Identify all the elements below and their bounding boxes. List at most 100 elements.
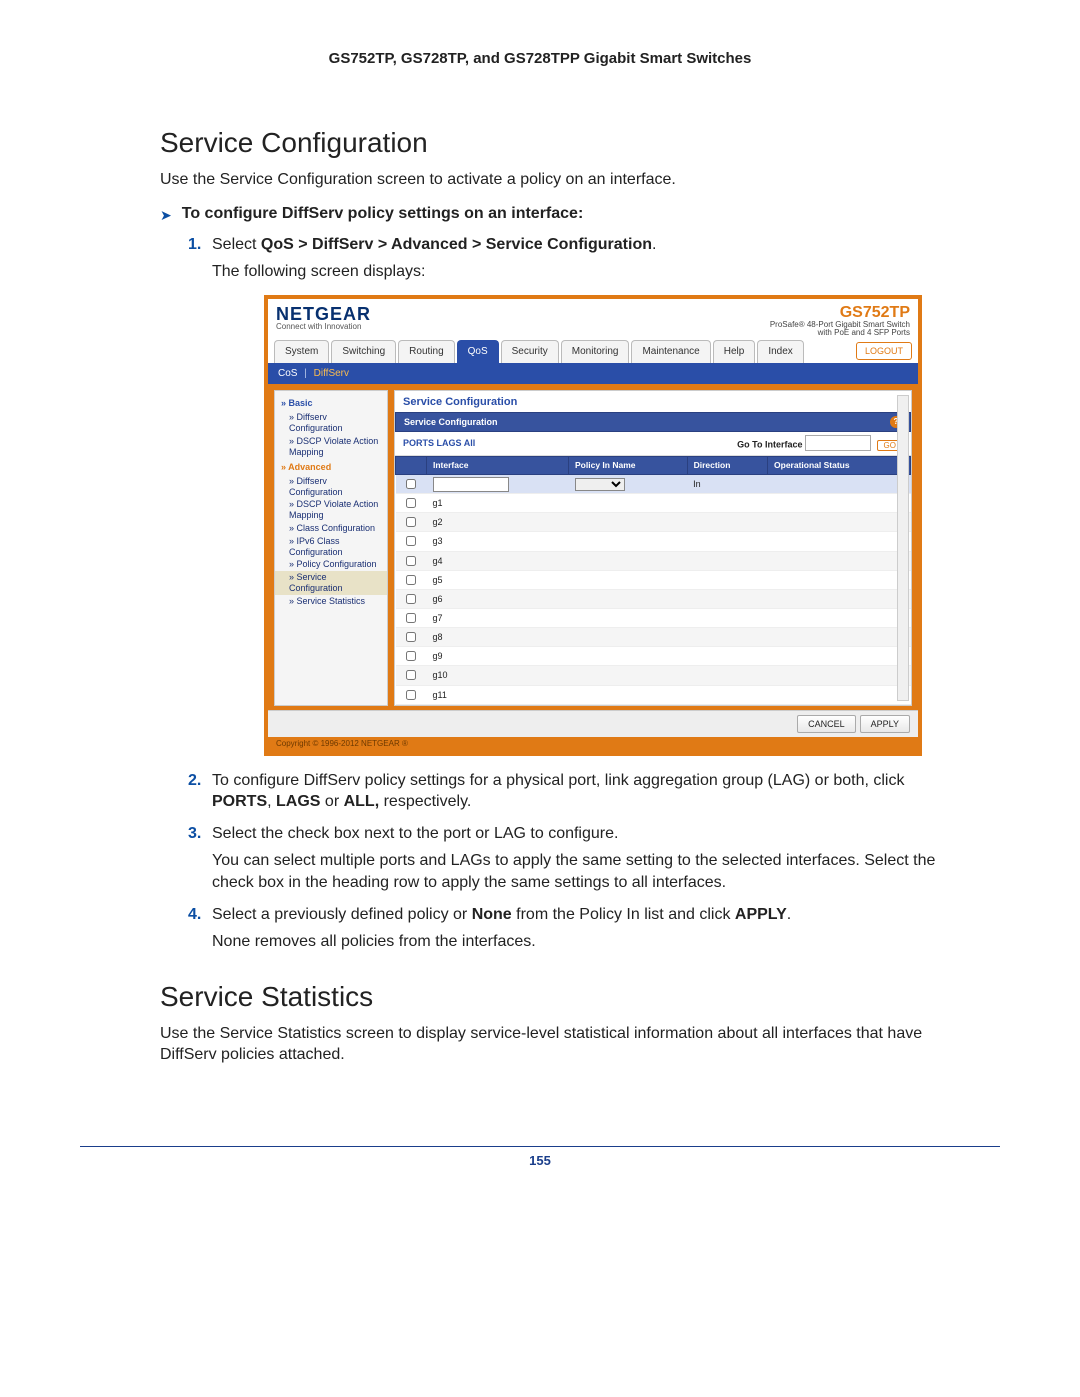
model-label: GS752TP ProSafe® 48-Port Gigabit Smart S…	[770, 305, 910, 337]
tab-system[interactable]: System	[274, 340, 329, 363]
main-panel: Service Configuration Service Configurat…	[394, 390, 912, 705]
table-row: g4	[396, 551, 911, 570]
section-title-service-config: Service Configuration	[160, 127, 950, 159]
sidebar-item[interactable]: » Diffserv Configuration	[275, 475, 387, 499]
sidebar-item[interactable]: » Service Configuration	[275, 571, 387, 595]
tab-switching[interactable]: Switching	[331, 340, 396, 363]
interface-cell: g8	[427, 628, 569, 647]
doc-header: GS752TP, GS728TP, and GS728TPP Gigabit S…	[0, 50, 1080, 67]
step-2: To configure DiffServ policy settings fo…	[188, 770, 950, 813]
scrollbar[interactable]	[897, 395, 909, 700]
col-header: Interface	[427, 456, 569, 474]
netgear-logo: NETGEAR Connect with Innovation	[276, 305, 371, 331]
table-row: g11	[396, 685, 911, 704]
step-1: Select QoS > DiffServ > Advanced > Servi…	[188, 234, 950, 756]
sidebar-item[interactable]: » Class Configuration	[275, 522, 387, 535]
side-cat-basic[interactable]: » Basic	[275, 395, 387, 411]
goto-label: Go To Interface	[737, 440, 802, 450]
sidebar-item[interactable]: » Policy Configuration	[275, 558, 387, 571]
interface-cell: g1	[427, 494, 569, 513]
interface-cell: g2	[427, 513, 569, 532]
row-checkbox[interactable]	[406, 632, 416, 642]
interface-cell: g3	[427, 532, 569, 551]
row-checkbox[interactable]	[406, 498, 416, 508]
side-cat-advanced[interactable]: » Advanced	[275, 459, 387, 475]
copyright: Copyright © 1996-2012 NETGEAR ®	[268, 737, 918, 752]
section-title-service-stats: Service Statistics	[160, 981, 950, 1013]
row-checkbox[interactable]	[406, 556, 416, 566]
step1-prefix: Select	[212, 236, 261, 253]
interface-cell: g6	[427, 589, 569, 608]
sidebar: » Basic » Diffserv Configuration» DSCP V…	[274, 390, 388, 705]
filter-all[interactable]: All	[464, 438, 476, 448]
sidebar-item[interactable]: » Service Statistics	[275, 595, 387, 608]
panel-title: Service Configuration	[395, 391, 911, 412]
row-checkbox[interactable]	[406, 651, 416, 661]
interface-cell: g5	[427, 570, 569, 589]
section2-intro: Use the Service Statistics screen to dis…	[160, 1023, 950, 1066]
col-header: Direction	[687, 456, 767, 474]
main-tabs: SystemSwitchingRoutingQoSSecurityMonitor…	[268, 339, 918, 363]
interface-cell: g4	[427, 551, 569, 570]
table-row: g9	[396, 647, 911, 666]
row-checkbox[interactable]	[406, 594, 416, 604]
row-checkbox[interactable]	[406, 690, 416, 700]
tab-security[interactable]: Security	[501, 340, 559, 363]
filter-ports[interactable]: PORTS	[403, 438, 434, 448]
goto-input[interactable]	[805, 435, 871, 451]
interface-cell: g7	[427, 609, 569, 628]
filter-lags[interactable]: LAGS	[437, 438, 462, 448]
table-row: g7	[396, 609, 911, 628]
tab-monitoring[interactable]: Monitoring	[561, 340, 630, 363]
table-row: g1	[396, 494, 911, 513]
subnav-cos[interactable]: CoS	[278, 368, 297, 379]
policy-select[interactable]	[575, 478, 625, 491]
interface-cell: g11	[427, 685, 569, 704]
procedure-title: To configure DiffServ policy settings on…	[182, 205, 584, 223]
row-checkbox[interactable]	[406, 613, 416, 623]
cancel-button[interactable]: CANCEL	[797, 715, 856, 733]
col-header	[396, 456, 427, 474]
apply-button[interactable]: APPLY	[860, 715, 910, 733]
sub-nav: CoS | DiffServ	[268, 363, 918, 385]
col-header: Operational Status	[768, 456, 911, 474]
table-row: g3	[396, 532, 911, 551]
sidebar-item[interactable]: » DSCP Violate Action Mapping	[275, 498, 387, 522]
select-all-checkbox[interactable]	[406, 479, 416, 489]
tab-index[interactable]: Index	[757, 340, 803, 363]
interface-table: InterfacePolicy In NameDirectionOperatio…	[395, 456, 911, 705]
row-checkbox[interactable]	[406, 517, 416, 527]
netgear-screenshot: NETGEAR Connect with Innovation GS752TP …	[264, 295, 922, 756]
table-row: g2	[396, 513, 911, 532]
tab-maintenance[interactable]: Maintenance	[631, 340, 710, 363]
triangle-bullet-icon: ➤	[160, 207, 172, 224]
table-row: g5	[396, 570, 911, 589]
logout-button[interactable]: LOGOUT	[856, 342, 912, 360]
table-row: g10	[396, 666, 911, 685]
page-rule	[80, 1146, 1000, 1147]
sidebar-item[interactable]: » IPv6 Class Configuration	[275, 535, 387, 559]
page-number: 155	[0, 1153, 1080, 1168]
subnav-diffserv[interactable]: DiffServ	[314, 368, 349, 379]
tab-help[interactable]: Help	[713, 340, 756, 363]
tab-qos[interactable]: QoS	[457, 340, 499, 363]
sidebar-item[interactable]: » Diffserv Configuration	[275, 411, 387, 435]
table-row: g8	[396, 628, 911, 647]
step1-suffix: .	[652, 236, 656, 253]
row-checkbox[interactable]	[406, 575, 416, 585]
step1-after: The following screen displays:	[212, 261, 950, 283]
row-checkbox[interactable]	[406, 670, 416, 680]
interface-cell: g9	[427, 647, 569, 666]
section1-intro: Use the Service Configuration screen to …	[160, 169, 950, 191]
procedure-heading: ➤ To configure DiffServ policy settings …	[160, 205, 950, 224]
table-row: g6	[396, 589, 911, 608]
col-header: Policy In Name	[569, 456, 688, 474]
row-checkbox[interactable]	[406, 536, 416, 546]
sidebar-item[interactable]: » DSCP Violate Action Mapping	[275, 435, 387, 459]
interface-cell: g10	[427, 666, 569, 685]
tab-routing[interactable]: Routing	[398, 340, 454, 363]
interface-input[interactable]	[433, 477, 509, 492]
step-3: Select the check box next to the port or…	[188, 823, 950, 894]
panel-header: Service Configuration ?	[395, 412, 911, 432]
direction-cell: In	[687, 475, 767, 494]
